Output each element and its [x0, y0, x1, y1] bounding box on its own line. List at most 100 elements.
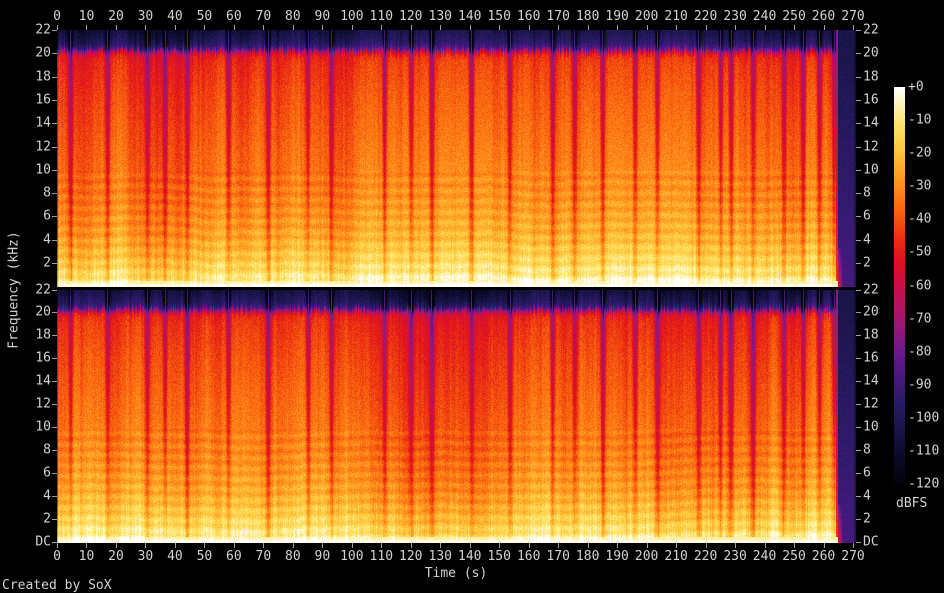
freq-tick-label: 6: [43, 465, 51, 481]
freq-tick-label: 16: [863, 92, 879, 108]
time-tick-mark: [145, 25, 147, 30]
freq-tick-label: 18: [35, 69, 51, 85]
time-tick-label: 250: [782, 549, 806, 564]
time-tick-label: 20: [108, 9, 124, 24]
time-tick-label: 10: [78, 549, 95, 564]
freq-tick-mark: [52, 312, 57, 314]
time-tick-mark: [86, 543, 88, 548]
freq-tick-label: 16: [35, 92, 51, 108]
colorbar-tick-label: -70: [908, 311, 932, 327]
time-tick-label: 240: [752, 9, 777, 24]
time-tick-mark: [233, 543, 235, 548]
time-tick-label: 210: [664, 549, 688, 564]
freq-tick-label: 18: [863, 327, 879, 343]
colorbar-tick-label: -30: [908, 178, 932, 194]
time-tick-mark: [57, 543, 58, 548]
time-tick-label: 250: [782, 9, 806, 24]
colorbar-tick-label: -60: [908, 278, 932, 293]
time-tick-mark: [558, 25, 560, 30]
time-tick-mark: [57, 25, 58, 30]
time-tick-label: 40: [167, 9, 183, 24]
time-tick-label: 130: [428, 9, 452, 24]
time-tick-mark: [410, 25, 412, 30]
spectrogram-channel-1: [57, 30, 856, 287]
colorbar-gradient: [894, 87, 905, 484]
time-tick-label: 60: [226, 549, 242, 564]
freq-tick-mark: [52, 216, 57, 218]
time-tick-mark: [794, 543, 796, 548]
freq-tick-mark: [52, 30, 57, 31]
colorbar-unit-label: dBFS: [896, 496, 928, 511]
freq-tick-label: 14: [35, 115, 51, 131]
time-tick-mark: [440, 25, 442, 30]
time-tick-label: 240: [752, 549, 777, 564]
time-tick-label: 160: [516, 9, 541, 24]
time-tick-label: 70: [255, 9, 272, 24]
freq-tick-mark: [52, 123, 57, 125]
freq-tick-mark: [856, 123, 861, 125]
time-tick-label: 190: [605, 9, 629, 24]
freq-tick-mark: [52, 99, 57, 101]
time-tick-mark: [499, 25, 501, 30]
time-tick-mark: [853, 543, 854, 548]
time-tick-mark: [233, 25, 235, 30]
freq-tick-mark: [856, 335, 861, 337]
time-tick-label: 180: [575, 549, 600, 564]
time-tick-label: 30: [137, 549, 154, 564]
colorbar-tick-label: -50: [908, 244, 932, 260]
time-tick-mark: [764, 543, 766, 548]
time-tick-label: 130: [428, 549, 452, 564]
freq-tick-mark: [856, 76, 861, 78]
colorbar-tick-label: -120: [908, 476, 940, 492]
time-tick-label: 120: [399, 9, 423, 24]
freq-tick-mark: [856, 193, 861, 195]
time-tick-label: 90: [314, 549, 331, 564]
colorbar-tick-label: -100: [908, 410, 940, 426]
time-tick-mark: [764, 25, 766, 30]
time-tick-label: 80: [285, 9, 301, 24]
time-tick-mark: [204, 25, 206, 30]
freq-tick-mark: [856, 473, 861, 475]
freq-tick-mark: [52, 239, 57, 241]
colorbar-tick-label: -20: [908, 145, 932, 161]
time-tick-mark: [528, 25, 530, 30]
time-tick-label: 200: [634, 549, 659, 564]
freq-tick-mark: [52, 496, 57, 498]
time-tick-label: 260: [811, 549, 836, 564]
freq-tick-mark: [52, 427, 57, 429]
freq-tick-mark: [856, 542, 861, 543]
time-tick-label: 110: [369, 9, 394, 24]
time-tick-label: 80: [285, 549, 301, 564]
time-tick-mark: [292, 543, 294, 548]
time-tick-mark: [853, 25, 854, 30]
freq-tick-label: 20: [863, 304, 879, 320]
time-axis-title: Time (s): [424, 566, 488, 581]
time-tick-mark: [735, 543, 737, 548]
freq-tick-label: 10: [35, 419, 51, 435]
time-tick-label: 180: [575, 9, 600, 24]
time-tick-mark: [381, 543, 383, 548]
time-tick-label: 50: [196, 9, 213, 24]
freq-tick-label: 12: [35, 139, 51, 154]
freq-tick-label: 12: [35, 396, 51, 412]
freq-tick-mark: [52, 519, 57, 521]
freq-tick-mark: [856, 381, 861, 383]
freq-tick-label: 22: [35, 22, 51, 38]
freq-tick-mark: [856, 519, 861, 521]
freq-tick-label: 20: [863, 45, 879, 61]
time-tick-label: 60: [226, 9, 242, 24]
time-tick-mark: [351, 543, 353, 548]
time-tick-label: 270: [841, 9, 865, 24]
time-tick-mark: [587, 543, 589, 548]
freq-tick-mark: [52, 146, 57, 148]
freq-tick-mark: [52, 289, 57, 291]
time-tick-mark: [705, 543, 707, 548]
time-tick-label: 160: [516, 549, 541, 564]
time-tick-label: 260: [811, 9, 836, 24]
time-tick-mark: [263, 543, 265, 548]
time-tick-label: 90: [314, 9, 331, 24]
time-tick-label: 140: [457, 549, 482, 564]
time-tick-label: 150: [487, 549, 511, 564]
freq-tick-label: 18: [863, 69, 879, 85]
time-tick-mark: [174, 543, 176, 548]
